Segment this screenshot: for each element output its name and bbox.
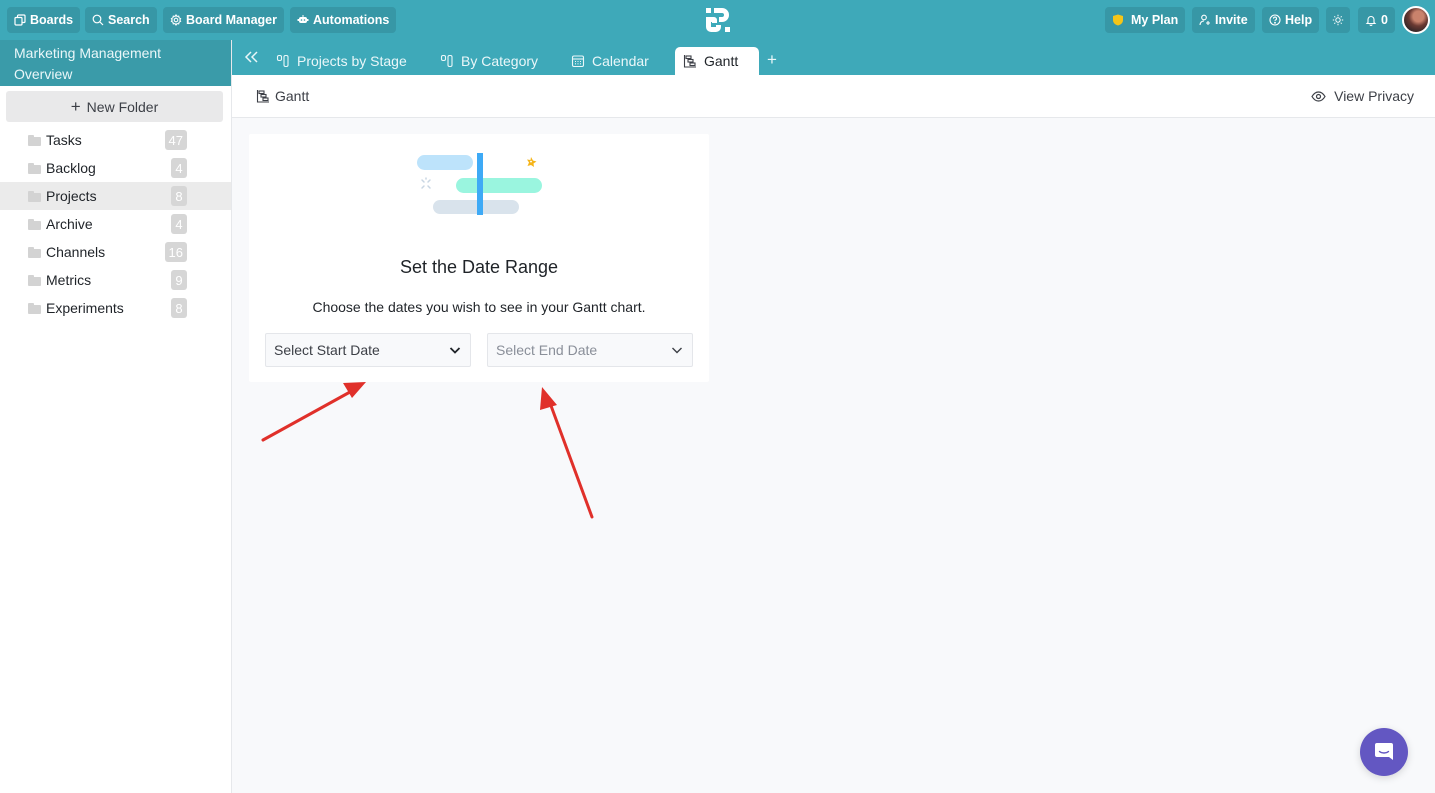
view-title-text: Gantt — [275, 88, 310, 104]
tab-label: Gantt — [704, 53, 739, 69]
search-button[interactable]: Search — [85, 7, 157, 33]
tab-by-category[interactable]: By Category — [432, 47, 546, 75]
folder-count: 47 — [164, 130, 187, 150]
folder-count: 4 — [171, 158, 187, 178]
folder-name: Channels — [46, 244, 106, 260]
boards-label: Boards — [30, 13, 74, 27]
folder-name: Metrics — [46, 272, 92, 288]
folder-name: Experiments — [46, 300, 124, 316]
user-avatar[interactable] — [1402, 6, 1430, 34]
view-tab-bar: Projects by Stage By Category Calendar G… — [232, 40, 1435, 75]
notifications-count: 0 — [1381, 13, 1388, 27]
tab-label: By Category — [461, 53, 539, 69]
user-plus-icon — [1199, 14, 1210, 26]
tab-calendar[interactable]: Calendar — [563, 47, 657, 75]
my-plan-button[interactable]: My Plan — [1105, 7, 1186, 33]
tab-label: Projects by Stage — [297, 53, 407, 69]
theme-toggle-button[interactable] — [1326, 7, 1350, 33]
empty-state-title: Set the Date Range — [399, 257, 559, 277]
invite-label: Invite — [1215, 13, 1248, 27]
folder-icon — [28, 274, 41, 286]
tab-label: Calendar — [592, 53, 649, 69]
folder-count: 9 — [171, 270, 187, 290]
app-logo[interactable] — [703, 6, 733, 34]
chat-icon — [1375, 743, 1393, 760]
folder-list: Tasks 47 Backlog 4 Projects 8 Archive 4 Chan… — [0, 126, 231, 322]
plus-icon: + — [70, 97, 81, 116]
new-folder-button[interactable]: + New Folder — [6, 91, 223, 122]
boards-icon — [14, 14, 26, 26]
folder-name: Archive — [46, 216, 93, 232]
folder-count: 16 — [164, 242, 187, 262]
folder-item-archive[interactable]: Archive 4 — [0, 210, 231, 238]
end-date-placeholder: Select End Date — [496, 342, 598, 358]
start-date-placeholder: Select Start Date — [274, 342, 380, 358]
folder-icon — [28, 162, 41, 174]
tab-projects-by-stage[interactable]: Projects by Stage — [268, 47, 415, 75]
gantt-illustration — [417, 153, 542, 215]
automations-label: Automations — [313, 13, 390, 27]
help-circle-icon — [1269, 14, 1281, 26]
view-privacy-button[interactable]: View Privacy — [1311, 88, 1414, 104]
folder-icon — [28, 190, 41, 202]
folder-item-metrics[interactable]: Metrics 9 — [0, 266, 231, 294]
view-privacy-label: View Privacy — [1334, 88, 1414, 104]
view-title: Gantt — [256, 88, 309, 104]
view-header: Gantt View Privacy — [232, 75, 1435, 118]
folder-name: Tasks — [46, 132, 82, 148]
chevron-down-icon — [449, 347, 461, 354]
boards-button[interactable]: Boards — [7, 7, 81, 33]
folder-name: Backlog — [46, 160, 96, 176]
folder-count: 8 — [171, 186, 187, 206]
new-folder-label: New Folder — [86, 98, 159, 115]
arrow-to-start-date — [261, 382, 366, 442]
folder-item-channels[interactable]: Channels 16 — [0, 238, 231, 266]
invite-button[interactable]: Invite — [1192, 7, 1255, 33]
gantt-icon — [256, 90, 269, 103]
top-bar: Boards Search Board Manager Automations … — [0, 0, 1435, 40]
automations-button[interactable]: Automations — [290, 7, 397, 33]
add-view-button[interactable]: + — [767, 51, 777, 68]
bell-icon — [1365, 16, 1377, 26]
workspace-title: Marketing Management Overview — [0, 40, 231, 86]
folder-icon — [28, 134, 41, 146]
gantt-icon — [683, 55, 696, 68]
collapse-sidebar-icon[interactable] — [242, 49, 262, 65]
shield-icon — [1113, 14, 1123, 26]
tab-gantt[interactable]: Gantt — [675, 47, 759, 75]
folder-count: 8 — [171, 298, 187, 318]
gear-icon — [170, 14, 182, 26]
kanban-icon — [440, 54, 453, 68]
search-icon — [92, 14, 104, 26]
folder-icon — [28, 218, 41, 230]
my-plan-label: My Plan — [1131, 13, 1179, 27]
kanban-icon — [276, 54, 289, 68]
help-label: Help — [1285, 13, 1313, 27]
sidebar: Marketing Management Overview + New Fold… — [0, 40, 232, 793]
folder-item-experiments[interactable]: Experiments 8 — [0, 294, 231, 322]
arrow-to-end-date — [540, 387, 594, 519]
date-range-card: Set the Date Range Choose the dates you … — [249, 134, 709, 382]
sun-icon — [1332, 14, 1344, 26]
folder-name: Projects — [46, 188, 97, 204]
folder-item-tasks[interactable]: Tasks 47 — [0, 126, 231, 154]
end-date-select[interactable]: Select End Date — [487, 333, 693, 367]
chevron-down-icon — [672, 347, 682, 354]
chat-launcher-button[interactable] — [1360, 728, 1408, 776]
eye-icon — [1311, 90, 1326, 102]
empty-state-subtitle: Choose the dates you wish to see in your… — [312, 299, 646, 315]
folder-icon — [28, 302, 41, 314]
robot-icon — [297, 15, 309, 23]
calendar-icon — [571, 55, 585, 68]
folder-item-backlog[interactable]: Backlog 4 — [0, 154, 231, 182]
board-manager-label: Board Manager — [186, 13, 277, 27]
folder-icon — [28, 246, 41, 258]
board-manager-button[interactable]: Board Manager — [163, 7, 284, 33]
start-date-select[interactable]: Select Start Date — [265, 333, 471, 367]
notifications-button[interactable]: 0 — [1358, 7, 1395, 33]
folder-item-projects[interactable]: Projects 8 — [0, 182, 231, 210]
folder-count: 4 — [171, 214, 187, 234]
help-button[interactable]: Help — [1262, 7, 1320, 33]
search-label: Search — [108, 13, 150, 27]
